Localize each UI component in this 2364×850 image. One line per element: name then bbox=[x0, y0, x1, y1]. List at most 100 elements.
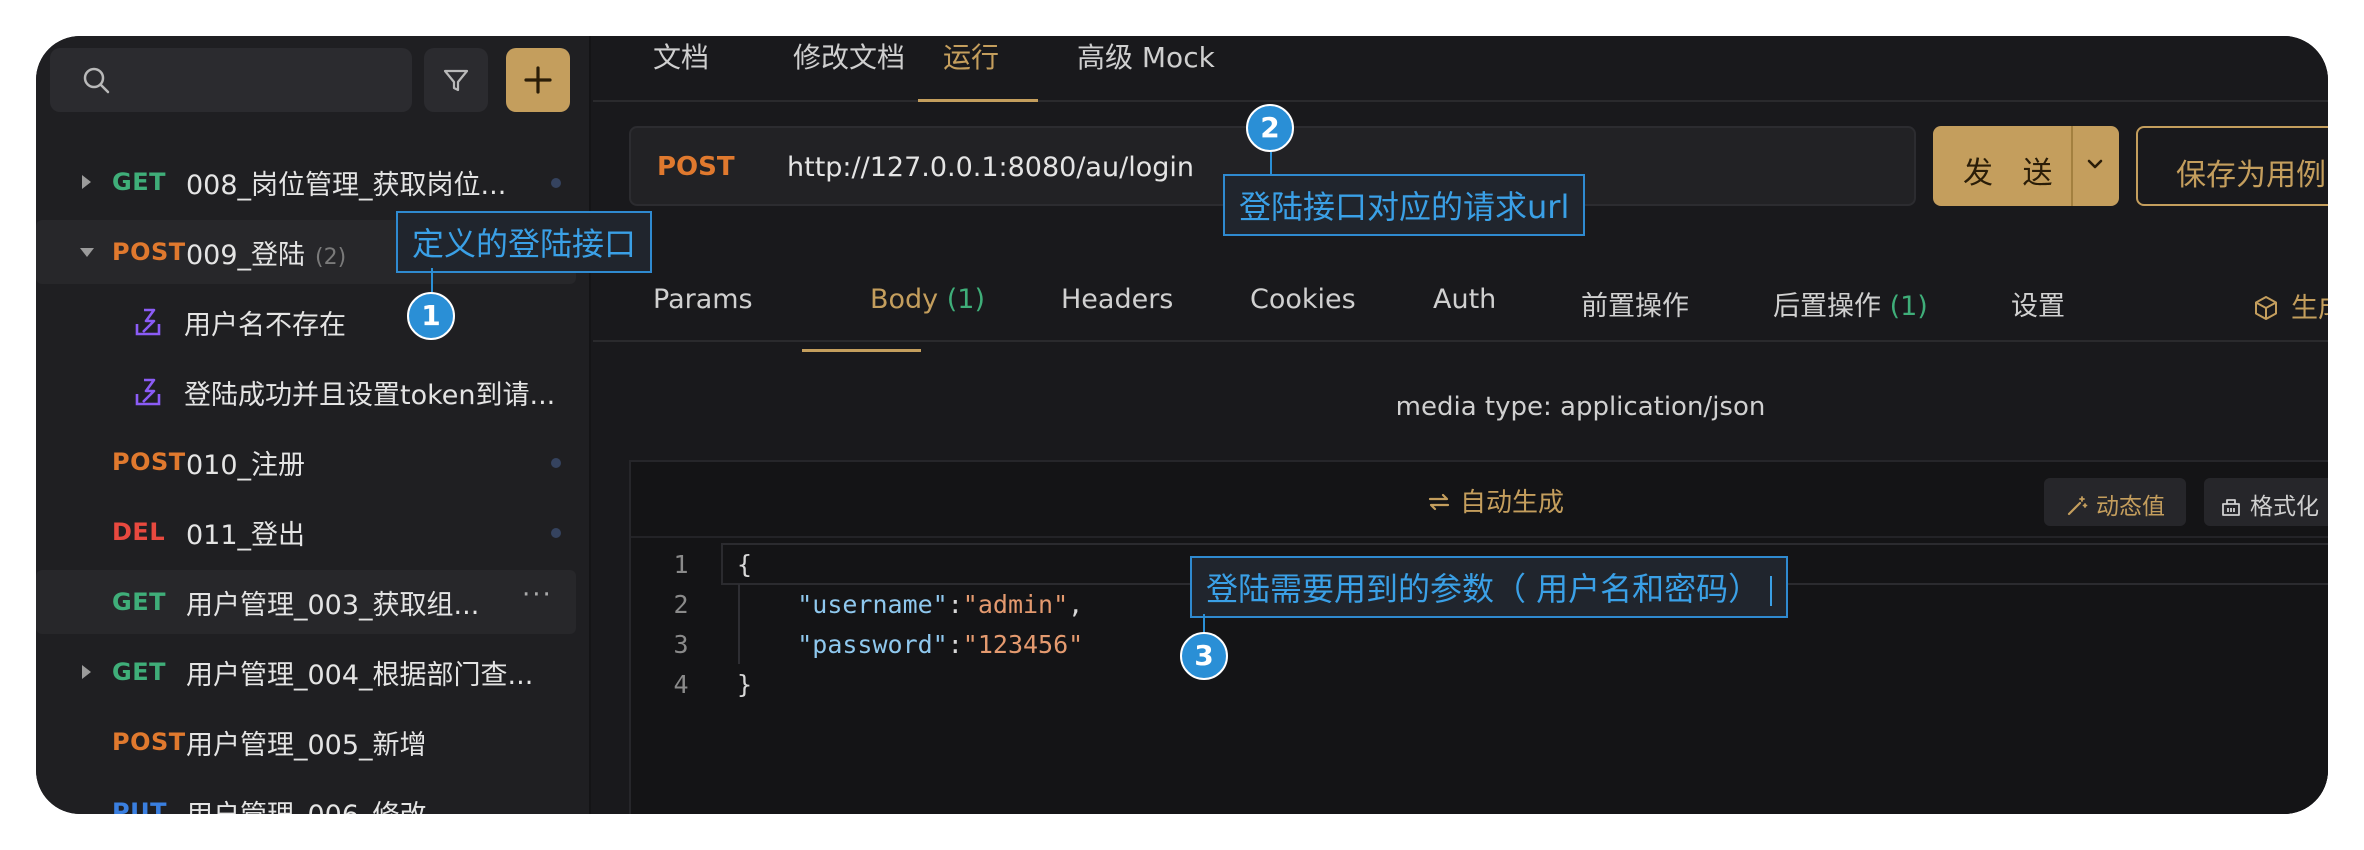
item-name-text: 009_登陆 bbox=[186, 239, 306, 271]
json-trail: , bbox=[1068, 590, 1084, 619]
active-tab-indicator bbox=[918, 99, 1038, 102]
status-dot bbox=[551, 458, 561, 468]
url-input[interactable]: http://127.0.0.1:8080/au/login bbox=[787, 152, 1194, 183]
status-dot bbox=[551, 178, 561, 188]
json-body-editor[interactable]: 自动生成 动态值 格式化 1 {2 "username":"admin", 3… bbox=[629, 460, 2328, 814]
code-text: "username":"admin", bbox=[797, 590, 1084, 619]
tab-run[interactable]: 运行 bbox=[943, 36, 999, 102]
search-box[interactable] bbox=[50, 48, 412, 112]
send-divider bbox=[2071, 126, 2073, 206]
tab-body-count: (1) bbox=[946, 284, 986, 315]
item-name: 登陆成功并且设置token到请... bbox=[184, 379, 556, 411]
list-item[interactable]: GET 用户管理_004_根据部门查... bbox=[36, 640, 576, 704]
item-name: 用户管理_004_根据部门查... bbox=[186, 659, 534, 691]
swap-icon bbox=[1428, 493, 1450, 511]
tab-settings[interactable]: 设置 bbox=[2011, 284, 2065, 323]
send-button[interactable]: 发 送 bbox=[1933, 126, 2119, 206]
method-badge: POST bbox=[112, 448, 186, 476]
json-value: "admin" bbox=[962, 590, 1069, 619]
line-number: 1 bbox=[673, 550, 689, 579]
list-item[interactable]: GET 008_岗位管理_获取岗位... bbox=[36, 150, 576, 214]
auto-generate-label: 自动生成 bbox=[1460, 488, 1565, 518]
line-number: 3 bbox=[673, 630, 689, 659]
tab-auth[interactable]: Auth bbox=[1433, 284, 1496, 315]
json-value: "123456" bbox=[962, 630, 1084, 659]
method-badge: DEL bbox=[112, 518, 166, 546]
item-name: 用户管理_006_修改 bbox=[186, 793, 427, 815]
annotation-leader bbox=[1270, 152, 1272, 174]
test-case-icon bbox=[135, 308, 161, 336]
editor-toolbar: 自动生成 动态值 格式化 bbox=[631, 462, 2328, 538]
annotation-note: 登陆接口对应的请求url bbox=[1223, 174, 1586, 236]
tab-edit-docs[interactable]: 修改文档 bbox=[793, 36, 905, 102]
tab-post-processors[interactable]: 后置操作 (1) bbox=[1773, 284, 1928, 323]
format-icon bbox=[2222, 499, 2240, 516]
search-input[interactable] bbox=[122, 58, 402, 102]
save-as-case-button[interactable]: 保存为用例 bbox=[2136, 126, 2328, 206]
tab-headers[interactable]: Headers bbox=[1061, 284, 1173, 315]
method-badge: GET bbox=[112, 658, 166, 686]
tab-advanced-mock[interactable]: 高级 Mock bbox=[1077, 36, 1215, 102]
sidebar: GET 008_岗位管理_获取岗位... POST 009_登陆 (2) 用户名不… bbox=[36, 36, 591, 814]
format-label: 格式化 bbox=[2250, 494, 2319, 520]
media-type-label: media type: application/json bbox=[593, 392, 2328, 422]
annotation-note-text: 登陆需要用到的参数（ 用户名和密码） bbox=[1206, 570, 1761, 608]
main-panel: 文档 修改文档 运行 高级 Mock POST http://127.0.0.1… bbox=[593, 36, 2328, 814]
tab-docs[interactable]: 文档 bbox=[653, 36, 709, 102]
dynamic-value-label: 动态值 bbox=[2096, 494, 2165, 520]
tab-post-label: 后置操作 bbox=[1773, 291, 1881, 322]
test-case-icon bbox=[135, 378, 161, 406]
dynamic-value-button[interactable]: 动态值 bbox=[2044, 478, 2186, 526]
annotation-note: 定义的登陆接口 bbox=[396, 211, 653, 273]
annotation-badge: 2 bbox=[1246, 104, 1294, 152]
cube-icon bbox=[2255, 296, 2277, 320]
tab-body[interactable]: Body (1) bbox=[870, 284, 985, 315]
caret-right-icon[interactable] bbox=[82, 665, 91, 679]
list-item[interactable]: DEL 011_登出 bbox=[36, 500, 576, 564]
more-icon[interactable]: ··· bbox=[522, 580, 553, 610]
item-name: 用户管理_005_新增 bbox=[186, 729, 427, 761]
caret-right-icon[interactable] bbox=[82, 175, 91, 189]
annotation-leader bbox=[1203, 614, 1205, 634]
top-tab-bar: 文档 修改文档 运行 高级 Mock bbox=[593, 36, 2328, 102]
media-type-text: media type: application/json bbox=[1395, 392, 1766, 422]
annotation-note: 登陆需要用到的参数（ 用户名和密码） bbox=[1190, 556, 1789, 618]
tab-params[interactable]: Params bbox=[653, 284, 753, 315]
list-item[interactable]: 用户名不存在 bbox=[36, 290, 576, 354]
code-text: { bbox=[737, 550, 753, 579]
list-item[interactable]: GET 用户管理_003_获取组... ··· bbox=[36, 570, 576, 634]
code-line: 3 "password":"123456" bbox=[631, 630, 2328, 670]
annotation-badge: 1 bbox=[407, 292, 455, 340]
annotation-leader bbox=[431, 268, 433, 292]
method-badge: POST bbox=[112, 728, 186, 756]
generate-code-label: 生成代码 bbox=[2291, 293, 2328, 324]
method-badge: GET bbox=[112, 168, 166, 196]
add-button[interactable] bbox=[506, 48, 570, 112]
caret-down-icon[interactable] bbox=[80, 248, 94, 257]
list-item[interactable]: 登陆成功并且设置token到请... bbox=[36, 360, 576, 424]
list-item[interactable]: PUT 用户管理_006_修改 bbox=[36, 780, 576, 814]
filter-button[interactable] bbox=[424, 48, 488, 112]
filter-icon bbox=[443, 69, 469, 92]
list-item[interactable]: POST 用户管理_005_新增 bbox=[36, 710, 576, 774]
tab-cookies[interactable]: Cookies bbox=[1250, 284, 1356, 315]
plus-icon bbox=[524, 66, 552, 94]
status-dot bbox=[551, 528, 561, 538]
text-cursor bbox=[1770, 576, 1773, 606]
send-label: 发 送 bbox=[1963, 156, 2063, 191]
generate-code-button[interactable]: 生成代码 bbox=[2253, 286, 2328, 325]
save-as-case-label: 保存为用例 bbox=[2176, 158, 2326, 193]
item-name: 用户管理_003_获取组... bbox=[186, 589, 480, 621]
tab-pre-processors[interactable]: 前置操作 bbox=[1581, 284, 1689, 323]
item-name: 010_注册 bbox=[186, 449, 306, 481]
chevron-down-icon[interactable] bbox=[2083, 152, 2107, 176]
json-key: "password" bbox=[797, 630, 948, 659]
auto-generate-button[interactable]: 自动生成 bbox=[1426, 482, 1564, 519]
format-button[interactable]: 格式化 bbox=[2204, 478, 2328, 526]
line-number: 2 bbox=[673, 590, 689, 619]
item-name: 009_登陆 (2) bbox=[186, 233, 346, 272]
tab-body-label: Body bbox=[870, 284, 939, 315]
list-item[interactable]: POST 010_注册 bbox=[36, 430, 576, 494]
http-method-select[interactable]: POST bbox=[657, 152, 735, 182]
method-badge: GET bbox=[112, 588, 166, 616]
